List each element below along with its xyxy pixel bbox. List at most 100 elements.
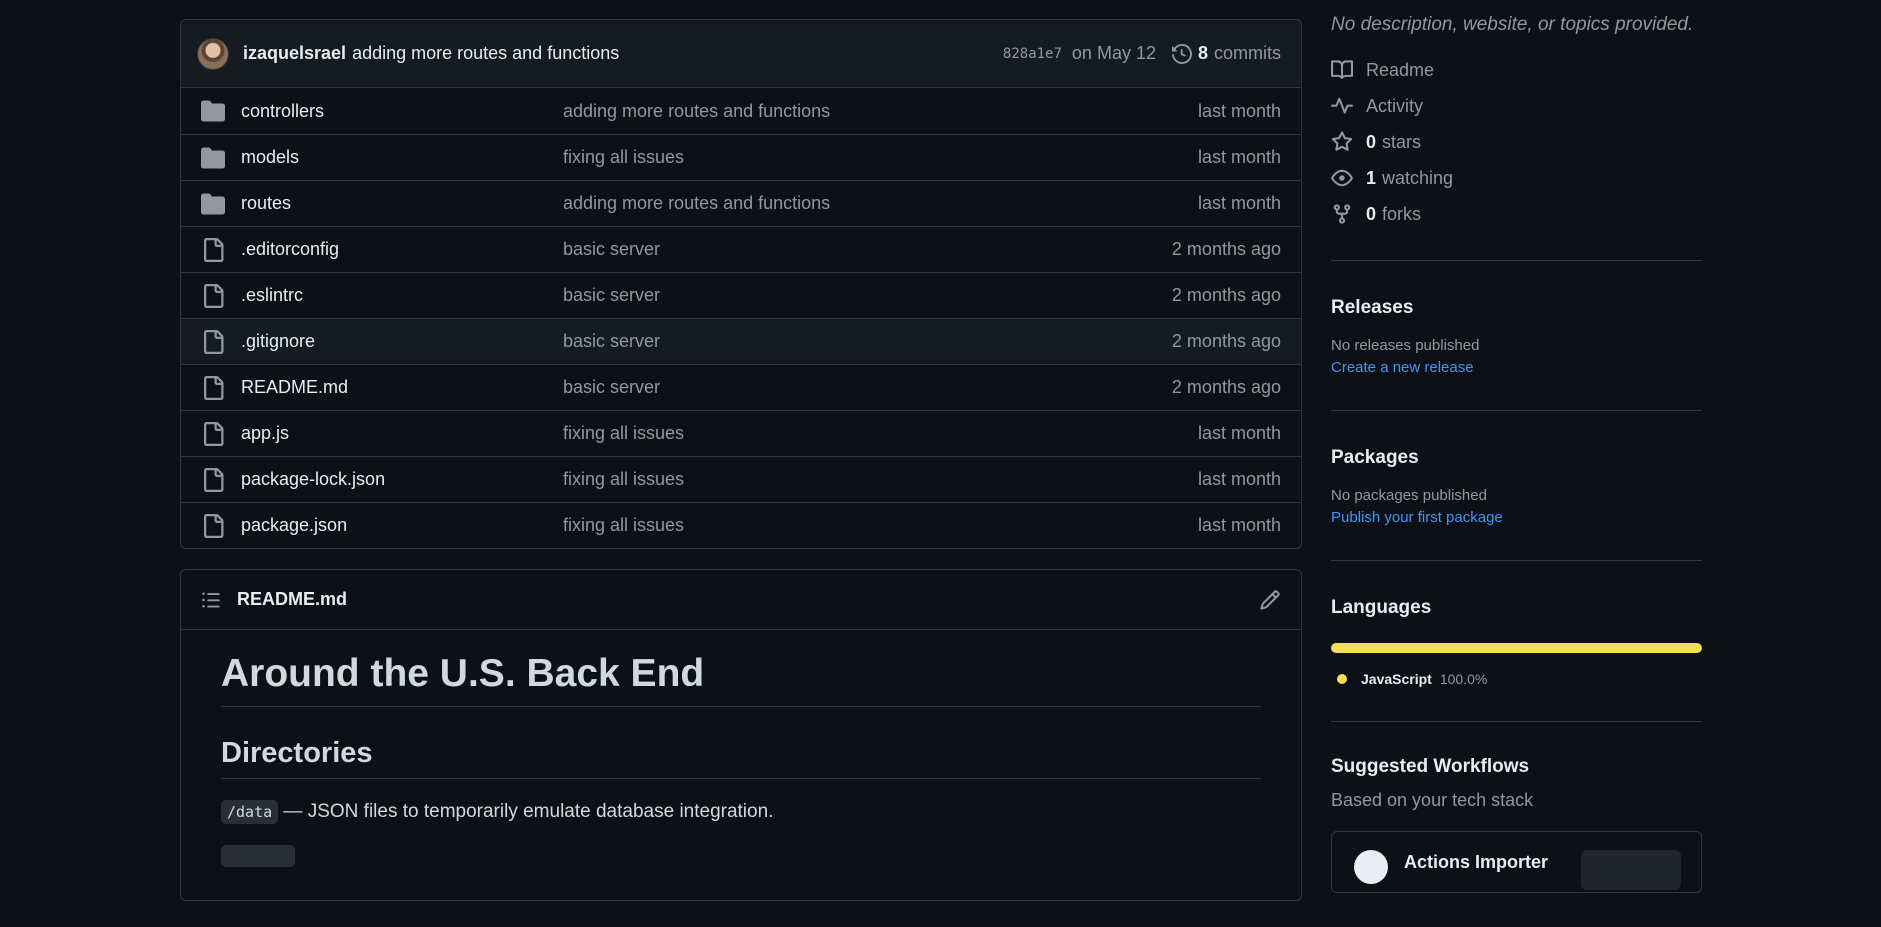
folder-icon [201,193,225,214]
packages-empty-text: No packages published [1331,487,1487,504]
about-description: No description, website, or topics provi… [1331,14,1694,35]
releases-title[interactable]: Releases [1331,297,1702,319]
file-icon [204,421,224,446]
workflows-title: Suggested Workflows [1331,756,1530,777]
commit-count-label: commits [1214,43,1281,63]
watching-label: watching [1382,167,1454,188]
file-commit-age: last month [1197,469,1281,489]
file-commit-message[interactable]: basic server [563,377,1172,398]
file-name-link[interactable]: package-lock.json [241,469,563,490]
workflows-section: Suggested Workflows Based on your tech s… [1331,722,1702,927]
packages-section: Packages No packages published Publish y… [1331,411,1702,560]
file-name-link[interactable]: .gitignore [241,331,563,352]
readme-link[interactable]: Readme [1331,52,1702,88]
file-commit-age: 2 months ago [1171,331,1281,351]
configure-button[interactable] [1581,850,1681,890]
history-icon [1171,43,1192,64]
file-row[interactable]: app.js fixing all issues last month [181,410,1301,456]
readme-header: README.md [181,570,1301,630]
stars-label: stars [1382,131,1422,152]
stars-count: 0 [1366,131,1377,152]
book-icon [1331,60,1353,79]
file-name-link[interactable]: models [241,147,563,168]
language-color-dot [1337,674,1347,684]
file-commit-message[interactable]: basic server [563,239,1172,260]
inline-code-stub [221,845,295,867]
folder-icon [201,100,225,122]
readme-filename[interactable]: README.md [237,589,347,610]
file-commit-message[interactable]: fixing all issues [563,515,1198,536]
file-commit-message[interactable]: basic server [563,285,1172,306]
file-row[interactable]: package.json fixing all issues last month [181,502,1301,548]
watching-link[interactable]: 1 watching [1331,160,1702,196]
file-row[interactable]: models fixing all issues last month [181,134,1301,180]
file-name-link[interactable]: .eslintrc [241,285,563,306]
workflow-icon [1354,850,1388,884]
readme-heading-2: Directories [221,737,1261,779]
file-row[interactable]: controllers adding more routes and functi… [181,88,1301,134]
file-name-link[interactable]: README.md [241,377,563,398]
languages-title: Languages [1331,597,1432,618]
file-commit-age: last month [1197,515,1281,535]
avatar[interactable] [197,37,229,70]
pulse-icon [1331,97,1353,114]
file-name-link[interactable]: controllers [241,101,563,122]
packages-title[interactable]: Packages [1331,447,1702,469]
file-commit-message[interactable]: adding more routes and functions [563,193,1198,214]
eye-icon [1331,169,1353,187]
file-commit-message[interactable]: fixing all issues [563,469,1198,490]
about-links: Readme Activity 0 stars 1 watching 0 for… [1331,52,1702,232]
repo-sidebar: No description, website, or topics provi… [1331,0,1702,927]
readme-link-label: Readme [1366,59,1435,80]
readme-paragraph-next [221,845,1261,867]
file-name-link[interactable]: .editorconfig [241,239,563,260]
forks-label: forks [1382,203,1422,224]
stars-link[interactable]: 0 stars [1331,124,1702,160]
file-name-link[interactable]: routes [241,193,563,214]
workflow-name: Actions Importer [1404,852,1549,872]
inline-code: /data [221,800,279,824]
file-row[interactable]: README.md basic server 2 months ago [181,364,1301,410]
readme-content: Around the U.S. Back End Directories /da… [181,652,1301,867]
workflows-subtitle: Based on your tech stack [1331,790,1534,810]
create-release-link[interactable]: Create a new release [1331,359,1702,376]
forks-count: 0 [1366,203,1377,224]
file-icon [204,283,224,308]
commit-message[interactable]: adding more routes and functions [352,43,619,64]
activity-link[interactable]: Activity [1331,88,1702,124]
latest-commit-bar: izaquelsrael adding more routes and func… [181,20,1301,88]
readme-paragraph-text: — JSON files to temporarily emulate data… [278,801,774,822]
readme-paragraph: /data — JSON files to temporarily emulat… [221,800,1261,824]
file-row[interactable]: .gitignore basic server 2 months ago [181,318,1301,364]
file-commit-message[interactable]: basic server [563,331,1172,352]
commit-date: on May 12 [1071,43,1156,63]
file-row[interactable]: package-lock.json fixing all issues last m… [181,456,1301,502]
commit-sha[interactable]: 828a1e7 [1003,46,1062,62]
file-commit-message[interactable]: fixing all issues [563,147,1198,168]
file-browser: izaquelsrael adding more routes and func… [180,19,1302,549]
releases-empty-text: No releases published [1331,337,1480,354]
commit-author[interactable]: izaquelsrael [243,43,346,64]
file-row[interactable]: .eslintrc basic server 2 months ago [181,272,1301,318]
language-item[interactable]: JavaScript 100.0% [1331,671,1702,687]
file-row[interactable]: .editorconfig basic server 2 months ago [181,226,1301,272]
file-icon [204,237,224,262]
fork-icon [1333,204,1351,224]
workflow-card: Actions Importer [1331,831,1702,893]
commit-count: 8 [1197,43,1208,63]
commits-link[interactable]: 8 commits [1171,43,1281,64]
file-commit-message[interactable]: adding more routes and functions [563,101,1198,122]
file-name-link[interactable]: package.json [241,515,563,536]
forks-link[interactable]: 0 forks [1331,196,1702,232]
folder-icon [201,147,225,168]
file-commit-age: last month [1197,147,1281,167]
outline-list-icon[interactable] [201,590,221,610]
file-icon [204,467,224,492]
language-percent: 100.0% [1439,671,1488,687]
publish-package-link[interactable]: Publish your first package [1331,509,1702,526]
file-name-link[interactable]: app.js [241,423,563,444]
file-commit-message[interactable]: fixing all issues [563,423,1198,444]
file-row[interactable]: routes adding more routes and functions la… [181,180,1301,226]
file-commit-age: 2 months ago [1171,285,1281,305]
pencil-icon[interactable] [1259,589,1281,611]
